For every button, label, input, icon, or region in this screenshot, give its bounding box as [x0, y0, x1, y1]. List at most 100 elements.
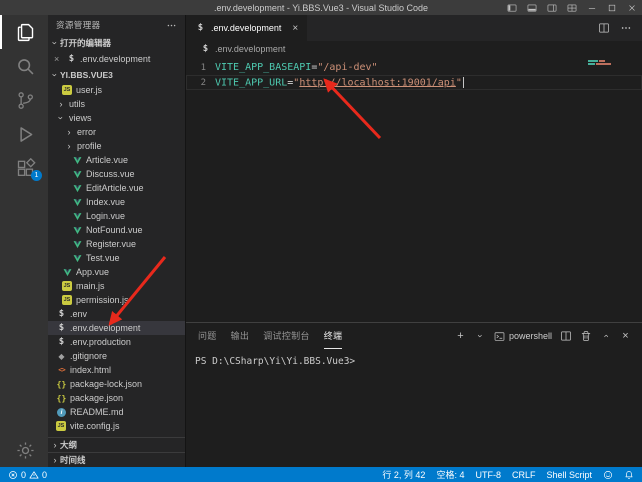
activity-source-control-button[interactable]: [0, 83, 48, 117]
maximize-button[interactable]: [602, 0, 622, 15]
section-timeline[interactable]: ›时间线: [48, 452, 185, 467]
activity-settings-button[interactable]: [0, 433, 48, 467]
close-button[interactable]: [622, 0, 642, 15]
tree-item-profile[interactable]: ›profile: [48, 139, 185, 153]
tree-item-error[interactable]: ›error: [48, 125, 185, 139]
status-bar: 0 0 行 2, 列 42 空格: 4 UTF-8 CRLF Shell Script: [0, 467, 642, 482]
tree-item-utils[interactable]: ›utils: [48, 97, 185, 111]
activity-bar-top: 1: [0, 15, 48, 185]
tree-item-App.vue[interactable]: App.vue: [48, 265, 185, 279]
file-name: README.md: [70, 407, 124, 417]
code-editor[interactable]: 1VITE_APP_BASEAPI="/api-dev"2VITE_APP_UR…: [186, 57, 642, 322]
vue-file-icon: [72, 253, 83, 263]
tree-item-.env.development[interactable]: $.env.development: [48, 321, 185, 335]
section-outline[interactable]: ›大纲: [48, 437, 185, 452]
problems-status[interactable]: 0 0: [8, 470, 47, 480]
status-right: 行 2, 列 42 空格: 4 UTF-8 CRLF Shell Script: [382, 468, 634, 481]
minimap-mark: [596, 63, 611, 65]
tree-item-package-lock.json[interactable]: {}package-lock.json: [48, 377, 185, 391]
status-eol[interactable]: CRLF: [512, 470, 536, 480]
status-indentation[interactable]: 空格: 4: [436, 468, 464, 481]
terminal-profile[interactable]: powershell: [494, 331, 552, 342]
close-icon[interactable]: ×: [54, 54, 62, 64]
tree-item-index.html[interactable]: <>index.html: [48, 363, 185, 377]
tree-item-README.md[interactable]: iREADME.md: [48, 405, 185, 419]
toggle-secondary-sidebar-button[interactable]: [542, 0, 562, 15]
activity-extensions-button[interactable]: 1: [0, 151, 48, 185]
panel-tab-debug-console[interactable]: 调试控制台: [263, 323, 310, 349]
tree-item-permission.js[interactable]: JSpermission.js: [48, 293, 185, 307]
tree-item-user.js[interactable]: JSuser.js: [48, 83, 185, 97]
title-bar: .env.development - Yi.BBS.Vue3 - Visual …: [0, 0, 642, 15]
status-language-mode[interactable]: Shell Script: [546, 470, 592, 480]
toggle-sidebar-button[interactable]: [502, 0, 522, 15]
tree-item-Register.vue[interactable]: Register.vue: [48, 237, 185, 251]
tree-item-Article.vue[interactable]: Article.vue: [48, 153, 185, 167]
tree-item-views[interactable]: ›views: [48, 111, 185, 125]
token-str: "/api-dev": [317, 62, 377, 73]
panel-tab-problems[interactable]: 问题: [198, 323, 217, 349]
tree-item-Index.vue[interactable]: Index.vue: [48, 195, 185, 209]
activity-run-debug-button[interactable]: [0, 117, 48, 151]
breadcrumb[interactable]: $.env.development: [186, 41, 642, 57]
maximize-panel-button[interactable]: ›: [599, 329, 612, 343]
project-label: YI.BBS.VUE3: [60, 70, 113, 80]
customize-layout-button[interactable]: [562, 0, 582, 15]
editor-tab[interactable]: $.env.development×: [186, 15, 307, 41]
terminal[interactable]: PS D:\CSharp\Yi\Yi.BBS.Vue3>: [186, 349, 642, 467]
panel-tab-output[interactable]: 输出: [231, 323, 250, 349]
status-encoding[interactable]: UTF-8: [475, 470, 501, 480]
more-actions-icon[interactable]: [166, 20, 177, 31]
env-file-icon: $: [200, 44, 211, 54]
tree-item-main.js[interactable]: JSmain.js: [48, 279, 185, 293]
tree-item-Test.vue[interactable]: Test.vue: [48, 251, 185, 265]
terminal-profile-dropdown-icon[interactable]: ›: [474, 329, 487, 343]
cursor-caret: [463, 77, 465, 88]
minimap-mark: [588, 63, 595, 65]
open-editors-section[interactable]: › 打开的编辑器: [48, 35, 185, 51]
panel-tab-terminal[interactable]: 终端: [324, 323, 343, 349]
tree-item-NotFound.vue[interactable]: NotFound.vue: [48, 223, 185, 237]
split-terminal-button[interactable]: [559, 329, 572, 343]
panel-tabs-list: 问题输出调试控制台终端: [198, 323, 342, 349]
status-cursor-position[interactable]: 行 2, 列 42: [382, 468, 425, 481]
kill-terminal-button[interactable]: [579, 329, 592, 343]
tree-item-.env[interactable]: $.env: [48, 307, 185, 321]
feedback-icon[interactable]: [603, 470, 613, 480]
minimap[interactable]: [588, 60, 634, 66]
project-section[interactable]: › YI.BBS.VUE3: [48, 67, 185, 83]
open-editor-item[interactable]: ×$.env.development: [48, 51, 185, 67]
close-panel-button[interactable]: ×: [619, 329, 632, 343]
tree-item-vite.config.js[interactable]: JSvite.config.js: [48, 419, 185, 433]
tree-item-package.json[interactable]: {}package.json: [48, 391, 185, 405]
close-icon[interactable]: ×: [292, 23, 298, 34]
notifications-icon[interactable]: [624, 470, 634, 480]
file-name: index.html: [70, 365, 111, 375]
minimize-button[interactable]: [582, 0, 602, 15]
token-str: ": [456, 77, 462, 88]
editor-tabs: $.env.development×: [186, 15, 307, 41]
breadcrumb-item[interactable]: $.env.development: [200, 44, 285, 54]
title-bar-controls: [502, 0, 642, 15]
env-file-icon: $: [56, 323, 67, 333]
error-icon: [8, 470, 18, 480]
activity-explorer-button[interactable]: [0, 15, 48, 49]
file-name: main.js: [76, 281, 105, 291]
activity-search-button[interactable]: [0, 49, 48, 83]
open-editors-label: 打开的编辑器: [60, 37, 111, 49]
tab-label: .env.development: [211, 23, 281, 33]
settings-icon: [15, 440, 36, 461]
tree-item-Discuss.vue[interactable]: Discuss.vue: [48, 167, 185, 181]
tree-item-EditArticle.vue[interactable]: EditArticle.vue: [48, 181, 185, 195]
more-icon[interactable]: [620, 22, 632, 34]
tree-item-Login.vue[interactable]: Login.vue: [48, 209, 185, 223]
vue-file-icon: [72, 155, 83, 165]
new-terminal-button[interactable]: +: [454, 329, 467, 343]
editor-group: $.env.development× $.env.development 1VI…: [186, 15, 642, 467]
tree-item-.gitignore[interactable]: ◆.gitignore: [48, 349, 185, 363]
tree-item-.env.production[interactable]: $.env.production: [48, 335, 185, 349]
minimap-mark: [599, 60, 605, 62]
toggle-panel-button[interactable]: [522, 0, 542, 15]
warning-count: 0: [42, 470, 47, 480]
split-editor-icon[interactable]: [598, 22, 610, 34]
